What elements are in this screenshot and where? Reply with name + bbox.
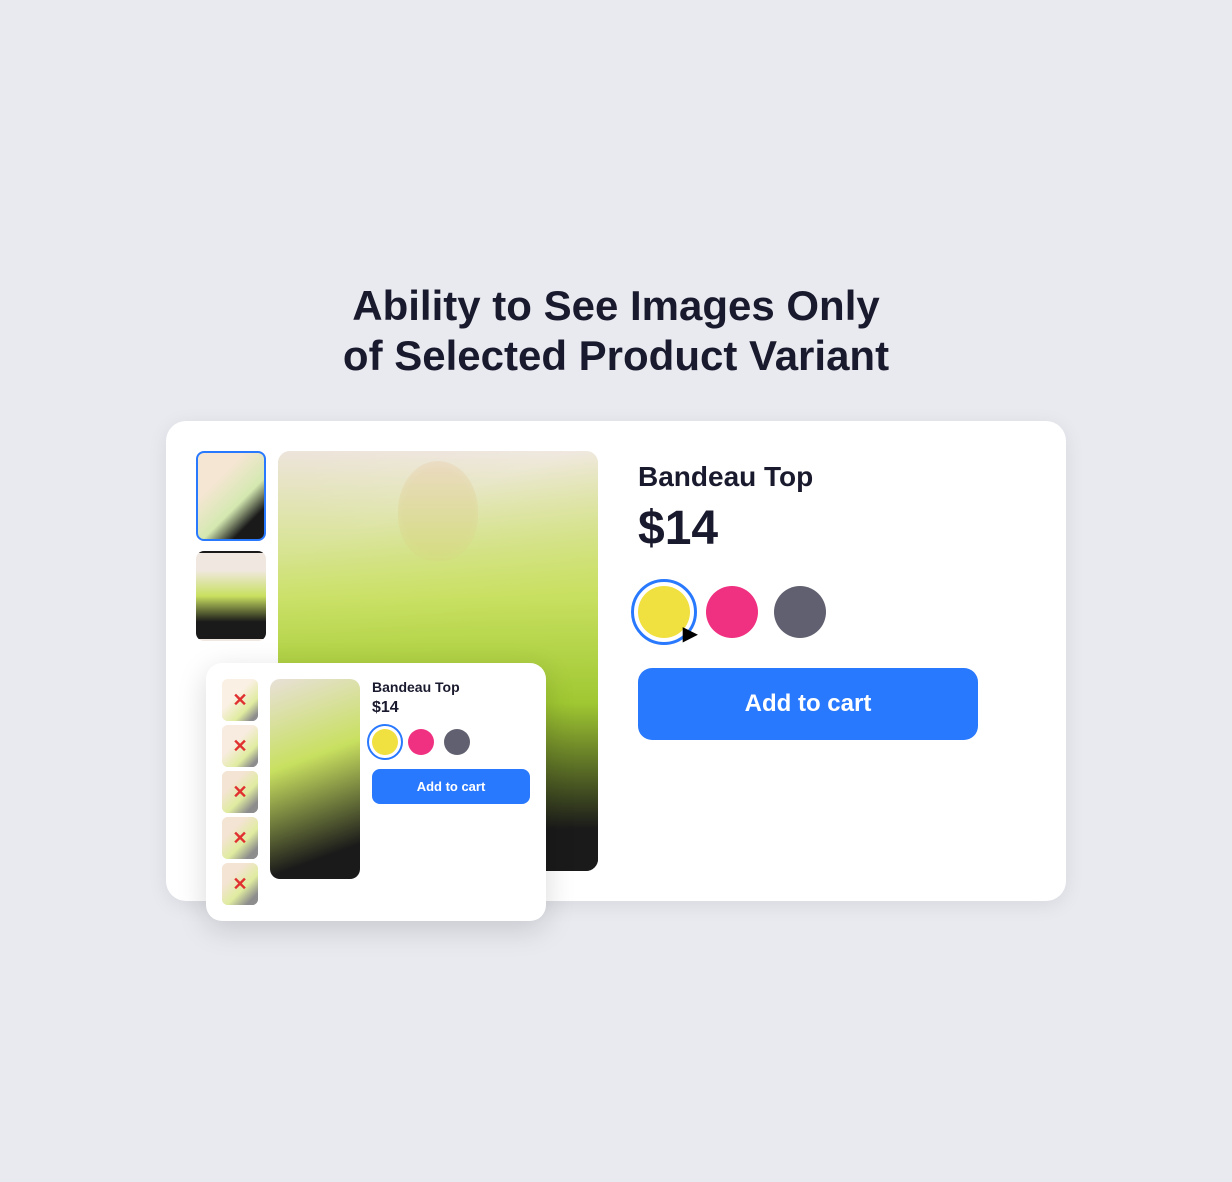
product-price: $14 [638,501,1036,556]
mini-thumb-4[interactable] [222,817,258,859]
mini-card: Bandeau Top $14 Add to cart [206,663,546,921]
mini-swatch-gray[interactable] [444,729,470,755]
product-name: Bandeau Top [638,461,1036,493]
thumbnail-1[interactable] [196,451,266,541]
product-info: Bandeau Top $14 ▶ Add to cart [638,451,1036,740]
thumbnail-2[interactable] [196,551,266,641]
swatch-wrapper-gray [774,586,826,638]
mini-color-swatches [372,729,530,755]
mini-product-name: Bandeau Top [372,679,530,695]
swatch-wrapper-pink [706,586,758,638]
mini-thumb-3[interactable] [222,771,258,813]
swatch-wrapper-yellow: ▶ [638,586,690,638]
cursor-icon: ▶ [683,621,698,646]
mini-product-price: $14 [372,699,530,717]
color-swatches: ▶ [638,586,1036,638]
mini-swatch-yellow[interactable] [372,729,398,755]
mini-thumb-1[interactable] [222,679,258,721]
mini-main-image [270,679,360,879]
mini-thumb-2[interactable] [222,725,258,767]
mini-thumbnail-list [222,679,258,905]
mini-product-info: Bandeau Top $14 Add to cart [372,679,530,905]
color-swatch-pink[interactable] [706,586,758,638]
main-card: Bandeau Top $14 ▶ Add to cart [166,421,1066,901]
page-container: Ability to See Images Only of Selected P… [166,281,1066,902]
page-title: Ability to See Images Only of Selected P… [166,281,1066,382]
mini-swatch-pink[interactable] [408,729,434,755]
mini-add-to-cart-button[interactable]: Add to cart [372,769,530,804]
mini-thumb-5[interactable] [222,863,258,905]
add-to-cart-button[interactable]: Add to cart [638,668,978,740]
color-swatch-gray[interactable] [774,586,826,638]
